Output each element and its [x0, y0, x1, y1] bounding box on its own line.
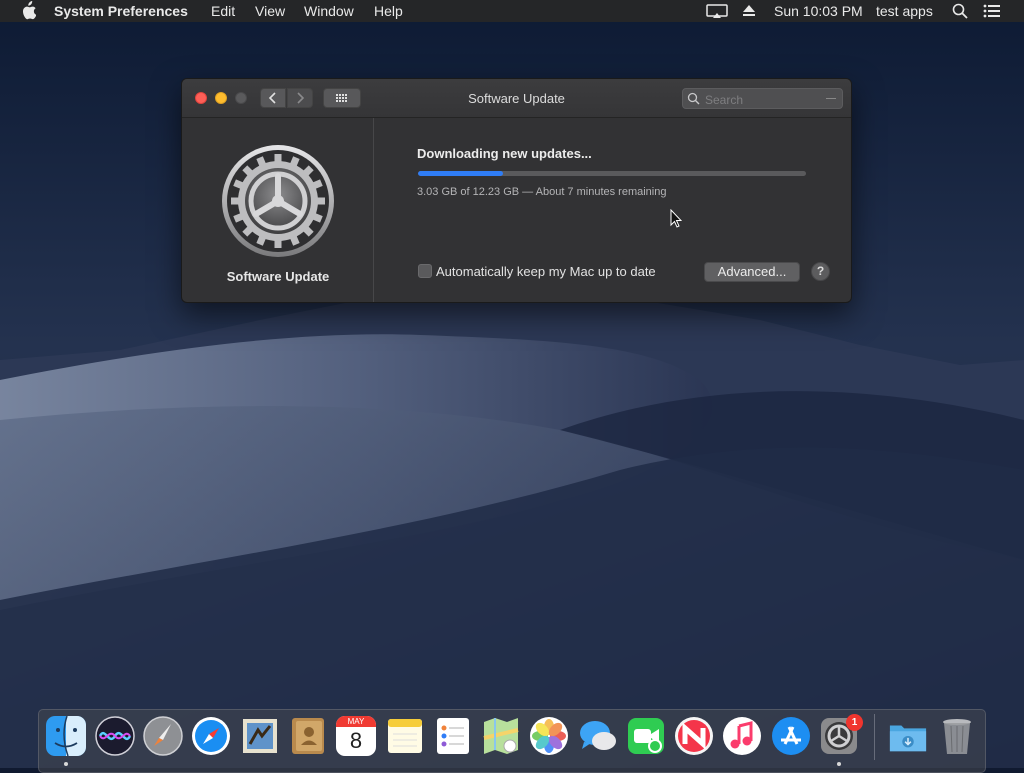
news-icon[interactable] [674, 716, 714, 756]
menu-edit[interactable]: Edit [211, 3, 235, 19]
download-title: Downloading new updates... [417, 146, 592, 161]
reminders-icon[interactable] [433, 716, 473, 756]
spotlight-search-icon[interactable] [952, 3, 968, 19]
mouse-pointer-icon [670, 209, 682, 228]
calendar-day: 8 [349, 728, 363, 753]
facetime-icon[interactable] [626, 716, 666, 756]
search-field[interactable] [682, 88, 843, 109]
auto-update-label[interactable]: Automatically keep my Mac up to date [436, 264, 656, 279]
sidebar: Software Update [182, 118, 374, 302]
eject-icon[interactable] [742, 5, 756, 17]
launchpad-icon[interactable] [143, 716, 183, 756]
itunes-icon[interactable] [722, 716, 762, 756]
calendar-month: MAY [336, 716, 376, 727]
apple-menu-icon[interactable] [20, 1, 36, 20]
safari-icon[interactable] [191, 716, 231, 756]
calendar-icon[interactable]: MAY 8 [336, 716, 376, 756]
trash-icon[interactable] [937, 716, 977, 756]
menu-bar: System Preferences Edit View Window Help… [0, 0, 1024, 22]
notes-icon[interactable] [385, 716, 425, 756]
software-update-window: Software Update Search Software Update D… [181, 78, 852, 303]
notification-center-icon[interactable] [983, 4, 1001, 18]
menu-app-name[interactable]: System Preferences [54, 3, 188, 19]
finder-running-indicator [64, 762, 68, 766]
photos-icon[interactable] [529, 716, 569, 756]
contacts-icon[interactable] [288, 716, 328, 756]
finder-icon[interactable] [46, 716, 86, 756]
maps-icon[interactable] [481, 716, 521, 756]
mail-icon[interactable] [240, 716, 280, 756]
menu-view[interactable]: View [255, 3, 285, 19]
search-clear-icon[interactable] [826, 98, 836, 99]
dock-separator [874, 714, 875, 760]
search-icon [687, 92, 700, 105]
system-preferences-running-indicator [837, 762, 841, 766]
help-button[interactable]: ? [811, 262, 830, 281]
update-panel: Downloading new updates... 3.03 GB of 12… [375, 118, 851, 302]
messages-icon[interactable] [578, 716, 618, 756]
sidebar-title: Software Update [226, 269, 330, 284]
search-input[interactable] [703, 90, 827, 109]
advanced-button[interactable]: Advanced... [704, 262, 800, 282]
auto-update-checkbox[interactable] [418, 264, 432, 278]
download-progress-bar [418, 171, 806, 176]
app-store-icon[interactable] [771, 716, 811, 756]
menubar-clock[interactable]: Sun 10:03 PM [774, 3, 863, 19]
system-preferences-badge: 1 [846, 714, 863, 731]
menu-window[interactable]: Window [304, 3, 354, 19]
airplay-display-icon[interactable] [706, 4, 730, 19]
siri-icon[interactable] [95, 716, 135, 756]
downloads-folder-icon[interactable] [888, 716, 928, 756]
download-progress-fill [418, 171, 504, 176]
menubar-user[interactable]: test apps [876, 3, 933, 19]
download-status: 3.03 GB of 12.23 GB — About 7 minutes re… [417, 186, 667, 198]
title-bar[interactable]: Software Update [182, 79, 851, 118]
menu-help[interactable]: Help [374, 3, 403, 19]
software-update-gear-icon [222, 145, 334, 257]
